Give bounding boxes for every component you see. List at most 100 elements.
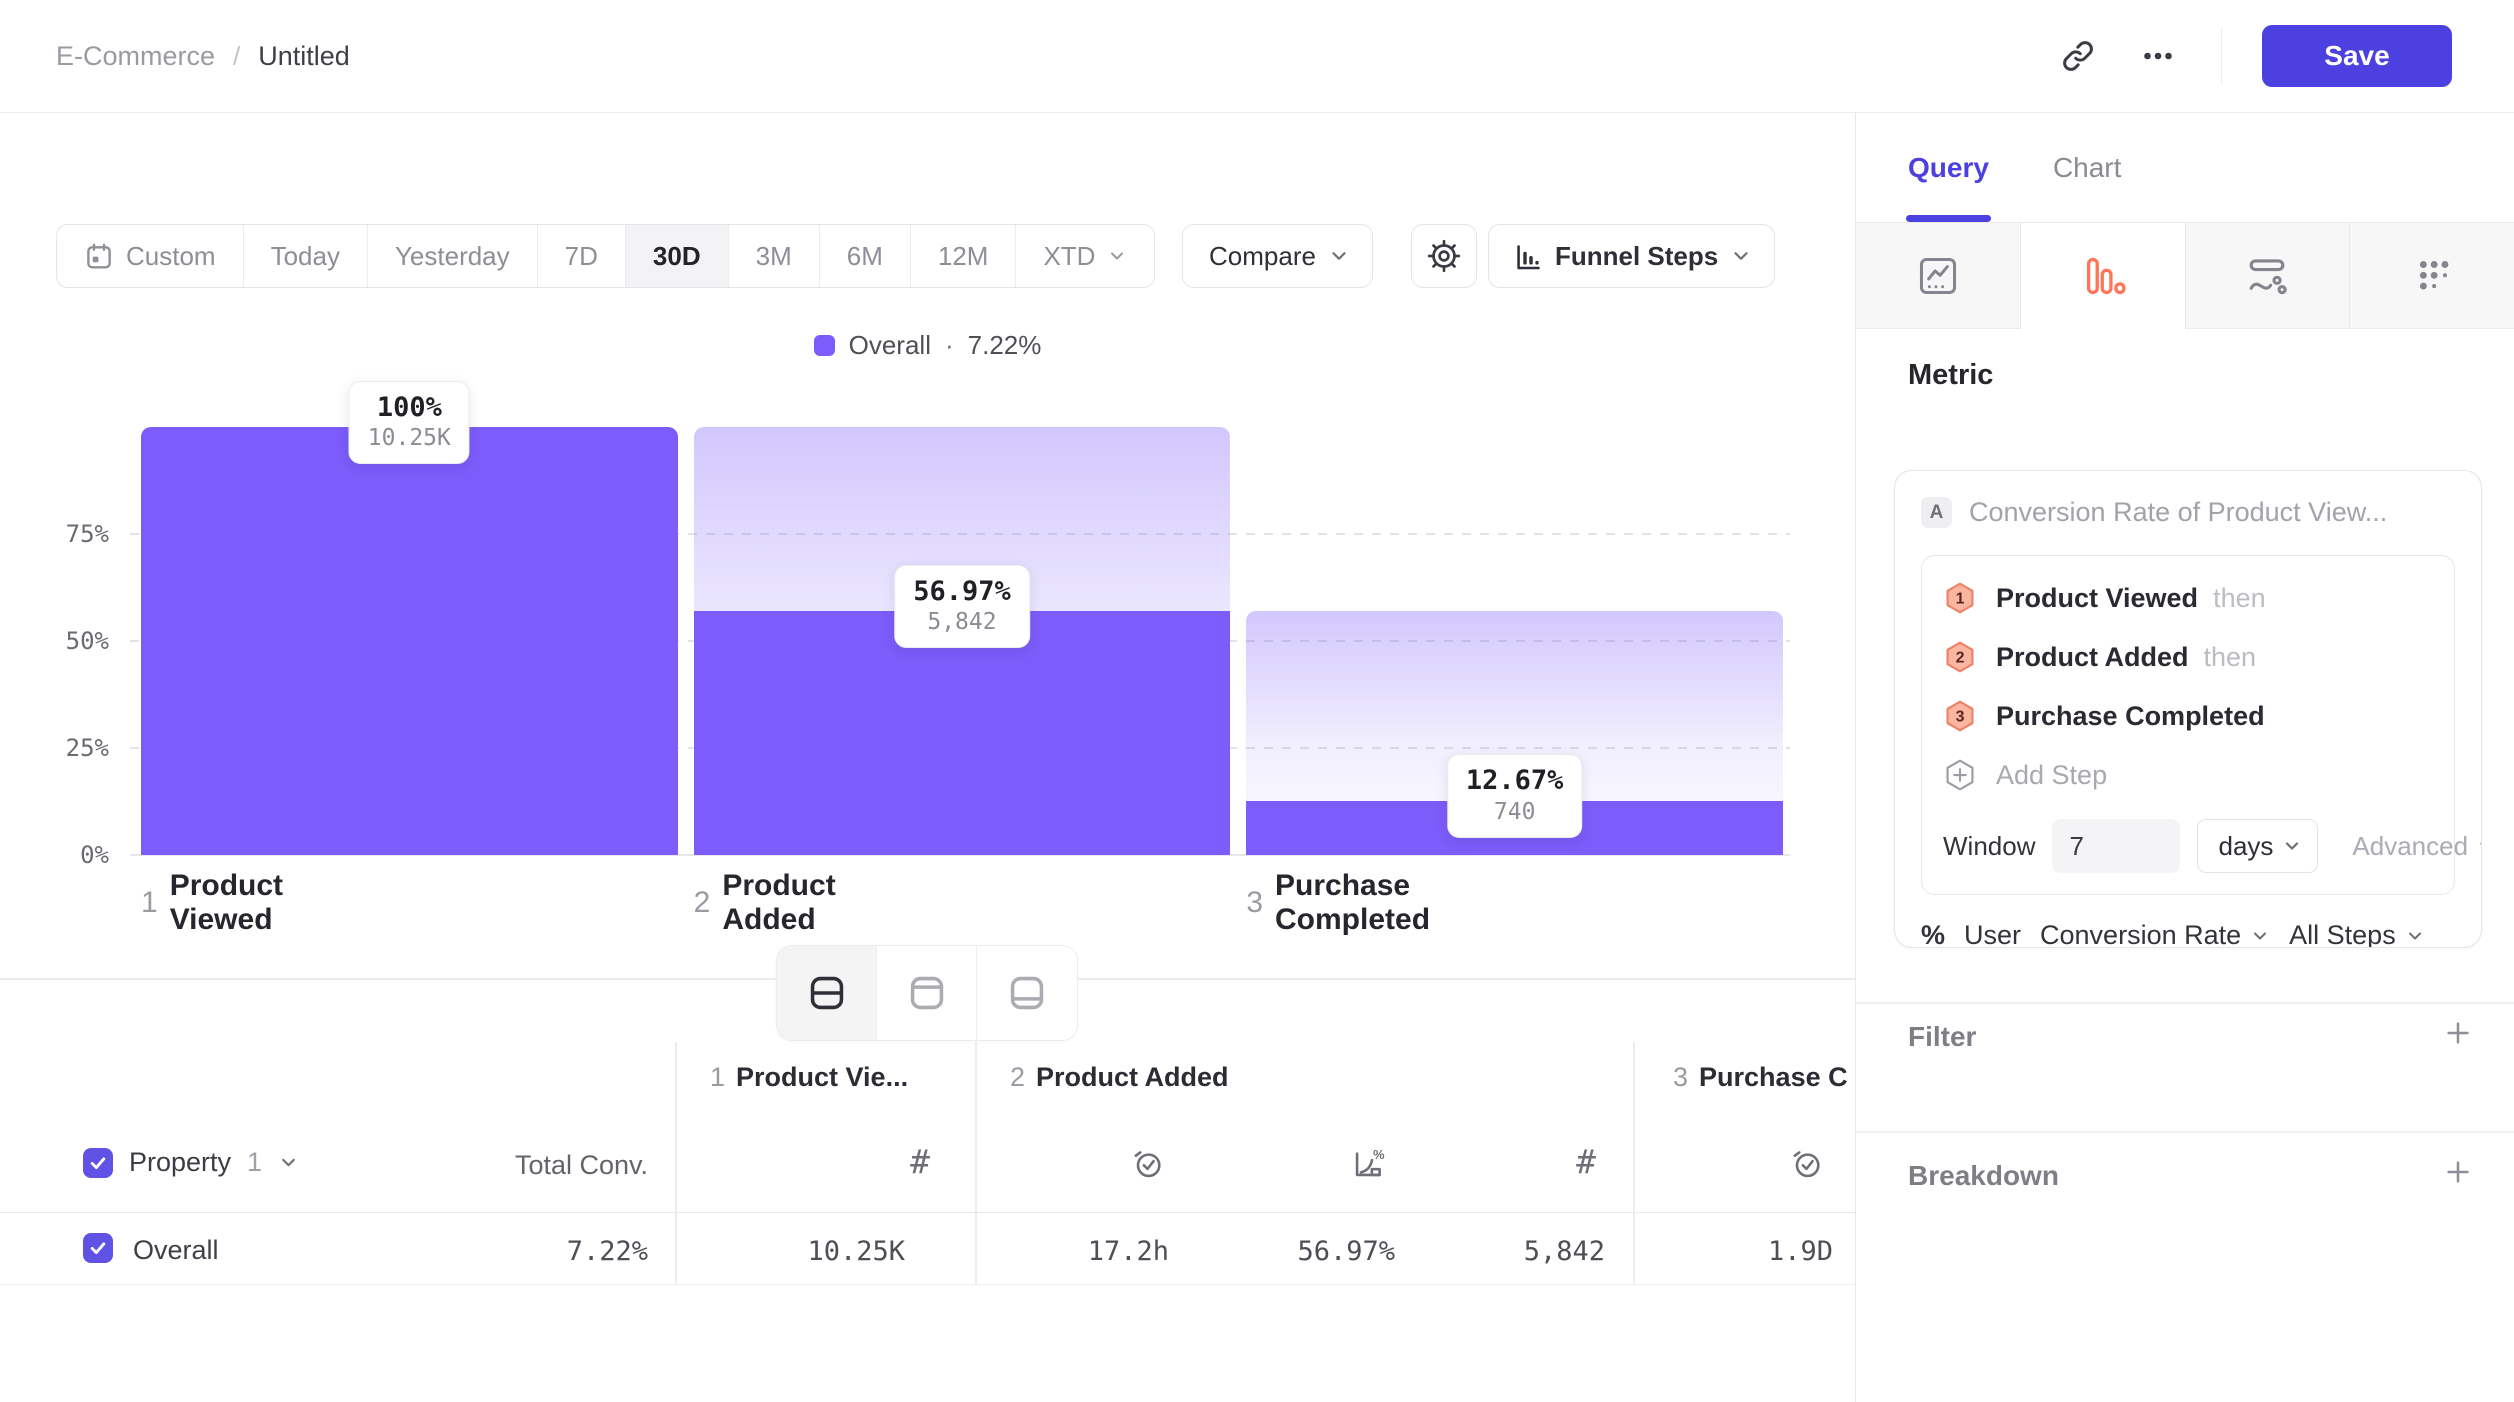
total-conversion-header: Total Conv. [0,1150,648,1181]
top-panel-view-icon [906,972,948,1014]
tooltip-percent: 56.97% [913,575,1011,609]
x-axis-step-label: 2Product Added [694,883,836,923]
query-builder: Metric A Conversion Rate of Product View… [1856,329,2514,1402]
more-options-button[interactable] [2135,33,2181,79]
add-breakdown-button[interactable] [2440,1154,2476,1190]
window-value-input[interactable] [2052,819,2180,873]
range-label: Today [271,241,340,272]
range-label: XTD [1043,241,1095,272]
range-xtd[interactable]: XTD [1016,225,1154,287]
chevron-down-icon [2476,836,2482,856]
breakdown-section-label: Breakdown [1908,1160,2059,1192]
chart-type-selector[interactable]: Funnel Steps [1488,224,1775,288]
measure-entity[interactable]: User [1964,920,2021,948]
funnel-plot: 75%50%25%0%100%10.25K56.97%5,84212.67%74… [141,427,1783,855]
step-name: Product Viewed [170,869,283,937]
series-letter-badge: A [1921,497,1952,528]
range-yesterday[interactable]: Yesterday [368,225,538,287]
cell-step2-count: 5,842 [1420,1236,1605,1267]
funnel-step-2[interactable]: 2 Product Added then [1943,640,2433,674]
save-button[interactable]: Save [2262,25,2452,87]
range-today[interactable]: Today [244,225,368,287]
window-unit-select[interactable]: days [2197,819,2318,873]
add-filter-button[interactable] [2440,1015,2476,1051]
metric-section-heading: Metric [1908,359,1993,392]
step-number: 3 [1673,1062,1688,1093]
section-divider [1856,1002,2514,1004]
metric-series-row[interactable]: A Conversion Rate of Product View... [1921,497,2455,528]
chart-settings-button[interactable] [1411,224,1477,288]
step-suffix: then [2213,583,2266,614]
advanced-toggle[interactable]: Advanced [2352,831,2482,862]
svg-text:1: 1 [1956,590,1965,607]
step-number: 2 [694,886,711,920]
funnel-step-3[interactable]: 3 Purchase Completed [1943,699,2433,733]
range-12m[interactable]: 12M [911,225,1017,287]
chart-legend[interactable]: Overall · 7.22% [0,330,1855,361]
range-label: Custom [126,241,216,272]
range-30d[interactable]: 30D [626,225,729,287]
measure-metric-label: Conversion Rate [2040,920,2241,948]
range-custom[interactable]: Custom [57,225,244,287]
tooltip-count: 5,842 [913,608,1011,637]
funnel-bar-step-3[interactable]: 12.67%740 [1246,427,1783,855]
step-name: Product Added [1996,642,2189,673]
view-toggle-split[interactable] [777,946,877,1040]
report-type-funnels[interactable] [2021,223,2186,329]
breadcrumb-current[interactable]: Untitled [258,41,350,72]
funnel-chart-icon [1513,241,1543,271]
measure-scope-label: All Steps [2289,920,2396,948]
table-header-step-3: 3 Purchase C [1673,1062,1848,1093]
legend-swatch [814,335,835,356]
funnel-bar-step-1[interactable]: 100%10.25K [141,427,678,855]
legend-series-name: Overall [849,330,931,361]
range-7d[interactable]: 7D [538,225,626,287]
funnel-step-1[interactable]: 1 Product Viewed then [1943,581,2433,615]
window-label: Window [1943,831,2035,862]
step-name: Purchase Completed [1275,869,1430,937]
view-toggle-table-only[interactable] [977,946,1077,1040]
range-3m[interactable]: 3M [729,225,820,287]
metric-title: Conversion Rate of Product View... [1969,497,2387,528]
chevron-down-icon [1730,245,1752,267]
range-label: 3M [756,241,792,272]
report-type-retention[interactable] [2350,223,2514,329]
measure-metric-select[interactable]: Conversion Rate [2040,920,2270,948]
bottom-panel-view-icon [1006,972,1048,1014]
funnel-bar-step-2[interactable]: 56.97%5,842 [694,427,1231,855]
bar-tooltip: 12.67%740 [1447,754,1583,838]
y-axis-label: 25% [0,734,109,762]
conversion-rate-icon: % [1350,1146,1386,1187]
share-link-button[interactable] [2055,33,2101,79]
compare-button[interactable]: Compare [1182,224,1373,288]
plus-icon [2443,1157,2473,1187]
breadcrumb-parent[interactable]: E-Commerce [56,41,215,72]
window-unit-label: days [2218,831,2273,862]
tab-chart[interactable]: Chart [2053,113,2121,222]
tooltip-count: 10.25K [368,424,451,453]
step-2-hexagon-badge: 2 [1943,640,1977,674]
conversion-window-row: Window days Advanced [1943,819,2433,873]
step-number: 1 [710,1062,725,1093]
bar-tooltip: 100%10.25K [349,381,470,465]
results-table: 1 Product Vie... 2 Product Added 3 Purch… [0,1042,1855,1285]
step-1-hexagon-badge: 1 [1943,581,1977,615]
step-name: Purchase Completed [1996,701,2265,732]
tab-query[interactable]: Query [1908,113,1989,222]
count-metric-icon: # [1576,1142,1596,1181]
count-metric-icon: # [910,1142,930,1181]
chevron-down-icon [2250,926,2270,946]
measure-scope-select[interactable]: All Steps [2289,920,2425,948]
tooltip-count: 740 [1466,798,1564,827]
calendar-icon [84,241,114,271]
add-step-label: Add Step [1996,760,2107,791]
report-type-flows[interactable] [2186,223,2351,329]
x-axis-step-label: 1Product Viewed [141,883,283,923]
step-suffix: then [2204,642,2257,673]
add-step-button[interactable]: Add Step [1943,758,2433,792]
report-type-insights[interactable] [1856,223,2021,329]
range-6m[interactable]: 6M [820,225,911,287]
header-divider [2221,28,2223,84]
view-toggle-chart-only[interactable] [877,946,977,1040]
plus-icon [2443,1018,2473,1048]
